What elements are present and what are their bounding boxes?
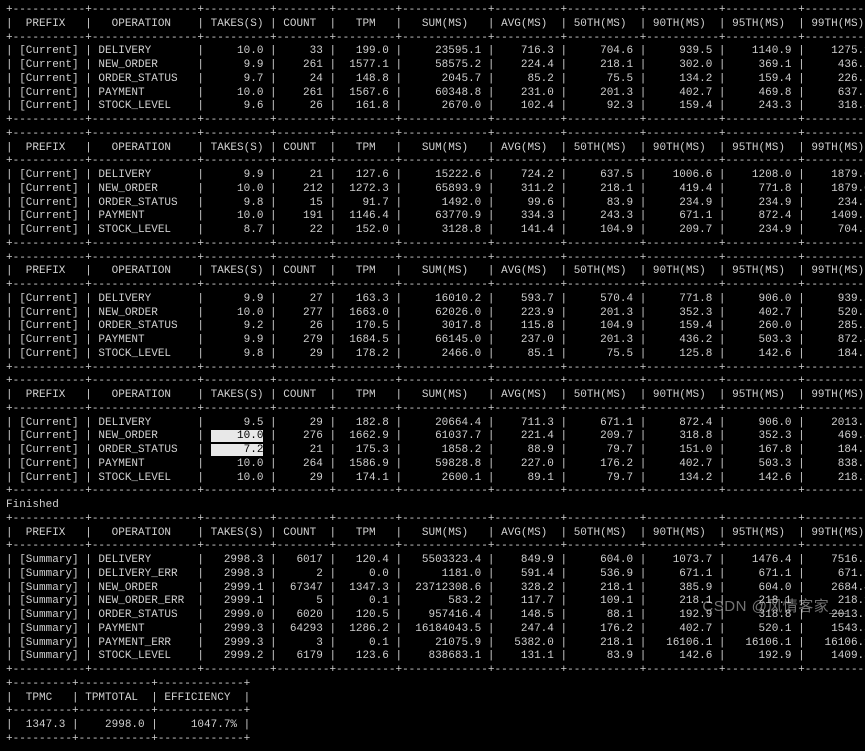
terminal-line: +-----------+----------------+----------… xyxy=(6,362,859,376)
terminal-line: +---------+-----------+-------------+ xyxy=(6,733,859,747)
terminal-line: | [Summary] | DELIVERY | 2998.3 | 6017 |… xyxy=(6,554,859,568)
terminal-line: | [Current] | DELIVERY | 9.9 | 27 | 163.… xyxy=(6,293,859,307)
terminal-line: | PREFIX | OPERATION | TAKES(S) | COUNT … xyxy=(6,527,859,541)
terminal-line: | [Summary] | NEW_ORDER | 2999.1 | 67347… xyxy=(6,582,859,596)
terminal-line: +---------+-----------+-------------+ xyxy=(6,678,859,692)
terminal-line: | [Current] | NEW_ORDER | 10.0 | 212 | 1… xyxy=(6,183,859,197)
terminal-line: | [Current] | PAYMENT | 10.0 | 264 | 158… xyxy=(6,458,859,472)
terminal-line: +-----------+----------------+----------… xyxy=(6,403,859,417)
terminal-line: | [Current] | ORDER_STATUS | 7.2 | 21 | … xyxy=(6,444,859,458)
terminal-line: | [Current] | NEW_ORDER | 9.9 | 261 | 15… xyxy=(6,59,859,73)
terminal-line: | 1347.3 | 2998.0 | 1047.7% | xyxy=(6,719,859,733)
terminal-line: Finished xyxy=(6,499,859,513)
terminal-line: | [Current] | STOCK_LEVEL | 9.8 | 29 | 1… xyxy=(6,348,859,362)
terminal-line: +-----------+----------------+----------… xyxy=(6,114,859,128)
terminal-line: | [Current] | PAYMENT | 10.0 | 261 | 156… xyxy=(6,87,859,101)
terminal-line: +-----------+----------------+----------… xyxy=(6,664,859,678)
terminal-line: | [Current] | PAYMENT | 10.0 | 191 | 114… xyxy=(6,210,859,224)
terminal-line: | [Current] | NEW_ORDER | 10.0 | 277 | 1… xyxy=(6,307,859,321)
terminal-line: +-----------+----------------+----------… xyxy=(6,238,859,252)
terminal-line: +-----------+----------------+----------… xyxy=(6,513,859,527)
terminal-line: +-----------+----------------+----------… xyxy=(6,155,859,169)
terminal-line: | [Current] | STOCK_LEVEL | 8.7 | 22 | 1… xyxy=(6,224,859,238)
terminal-line: +-----------+----------------+----------… xyxy=(6,32,859,46)
terminal-line: | [Current] | ORDER_STATUS | 9.8 | 15 | … xyxy=(6,197,859,211)
terminal-line: | [Summary] | PAYMENT | 2999.3 | 64293 |… xyxy=(6,623,859,637)
terminal-output: +-----------+----------------+----------… xyxy=(6,4,859,747)
terminal-line: | PREFIX | OPERATION | TAKES(S) | COUNT … xyxy=(6,389,859,403)
watermark: CSDN @风情客家__ xyxy=(702,598,847,617)
terminal-line: | TPMC | TPMTOTAL | EFFICIENCY | xyxy=(6,692,859,706)
terminal-line: | PREFIX | OPERATION | TAKES(S) | COUNT … xyxy=(6,265,859,279)
terminal-line: +-----------+----------------+----------… xyxy=(6,4,859,18)
terminal-line: +---------+-----------+-------------+ xyxy=(6,705,859,719)
terminal-line: +-----------+----------------+----------… xyxy=(6,375,859,389)
terminal-line: | [Current] | ORDER_STATUS | 9.7 | 24 | … xyxy=(6,73,859,87)
terminal-line: | [Summary] | DELIVERY_ERR | 2998.3 | 2 … xyxy=(6,568,859,582)
terminal-line: | PREFIX | OPERATION | TAKES(S) | COUNT … xyxy=(6,18,859,32)
terminal-line: +-----------+----------------+----------… xyxy=(6,252,859,266)
terminal-line: | PREFIX | OPERATION | TAKES(S) | COUNT … xyxy=(6,142,859,156)
terminal-line: +-----------+----------------+----------… xyxy=(6,279,859,293)
terminal-line: +-----------+----------------+----------… xyxy=(6,128,859,142)
terminal-line: | [Summary] | STOCK_LEVEL | 2999.2 | 617… xyxy=(6,650,859,664)
terminal-line: | [Current] | PAYMENT | 9.9 | 279 | 1684… xyxy=(6,334,859,348)
terminal-line: | [Current] | DELIVERY | 9.5 | 29 | 182.… xyxy=(6,417,859,431)
terminal-line: | [Current] | DELIVERY | 10.0 | 33 | 199… xyxy=(6,45,859,59)
terminal-line: +-----------+----------------+----------… xyxy=(6,540,859,554)
terminal-line: | [Current] | STOCK_LEVEL | 9.6 | 26 | 1… xyxy=(6,100,859,114)
terminal-line: | [Current] | ORDER_STATUS | 9.2 | 26 | … xyxy=(6,320,859,334)
terminal-line: | [Current] | STOCK_LEVEL | 10.0 | 29 | … xyxy=(6,472,859,486)
terminal-line: | [Current] | NEW_ORDER | 10.0 | 276 | 1… xyxy=(6,430,859,444)
terminal-line: +-----------+----------------+----------… xyxy=(6,485,859,499)
terminal-line: | [Summary] | PAYMENT_ERR | 2999.3 | 3 |… xyxy=(6,637,859,651)
terminal-line: | [Current] | DELIVERY | 9.9 | 21 | 127.… xyxy=(6,169,859,183)
